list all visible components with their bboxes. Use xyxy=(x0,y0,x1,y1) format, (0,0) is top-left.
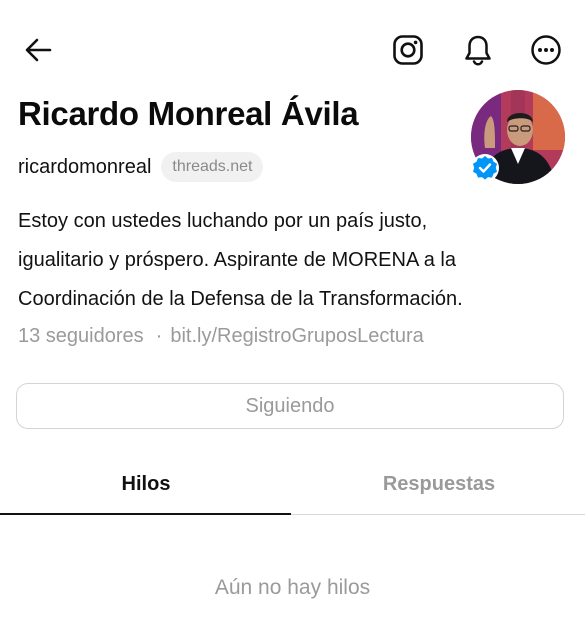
notifications-button[interactable] xyxy=(458,30,498,70)
arrow-left-icon xyxy=(25,38,52,62)
profile-handle: ricardomonreal xyxy=(18,155,152,178)
meta-separator: · xyxy=(155,325,163,347)
profile-link[interactable]: bit.ly/RegistroGruposLectura xyxy=(170,325,423,348)
instagram-button[interactable] xyxy=(388,30,428,70)
domain-badge[interactable]: threads.net xyxy=(161,152,264,182)
more-options-button[interactable] xyxy=(526,30,566,70)
profile-tabs: Hilos Respuestas xyxy=(0,455,585,517)
followers-count[interactable]: 13 seguidores xyxy=(18,325,144,348)
following-button[interactable]: Siguiendo xyxy=(16,383,564,429)
bell-icon xyxy=(465,35,491,66)
handle-row: ricardomonreal threads.net xyxy=(18,150,264,184)
top-bar xyxy=(0,0,585,100)
profile-meta: 13 seguidores · bit.ly/RegistroGruposLec… xyxy=(18,325,424,348)
more-icon xyxy=(531,35,561,65)
bio-line: igualitario y próspero. Aspirante de MOR… xyxy=(18,249,456,271)
instagram-icon xyxy=(393,35,423,65)
profile-bio: Estoy con ustedes luchando por un país j… xyxy=(18,202,573,319)
bio-line: Estoy con ustedes luchando por un país j… xyxy=(18,210,428,232)
tab-hilos[interactable]: Hilos xyxy=(0,455,292,513)
empty-feed-message: Aún no hay hilos xyxy=(214,576,371,599)
active-tab-indicator xyxy=(0,513,291,515)
tab-respuestas[interactable]: Respuestas xyxy=(293,455,585,513)
verified-badge xyxy=(470,153,500,183)
verified-icon xyxy=(471,154,499,182)
profile-name: Ricardo Monreal Ávila xyxy=(18,95,359,132)
bio-line: Coordinación de la Defensa de la Transfo… xyxy=(18,288,463,310)
back-button[interactable] xyxy=(18,32,58,68)
